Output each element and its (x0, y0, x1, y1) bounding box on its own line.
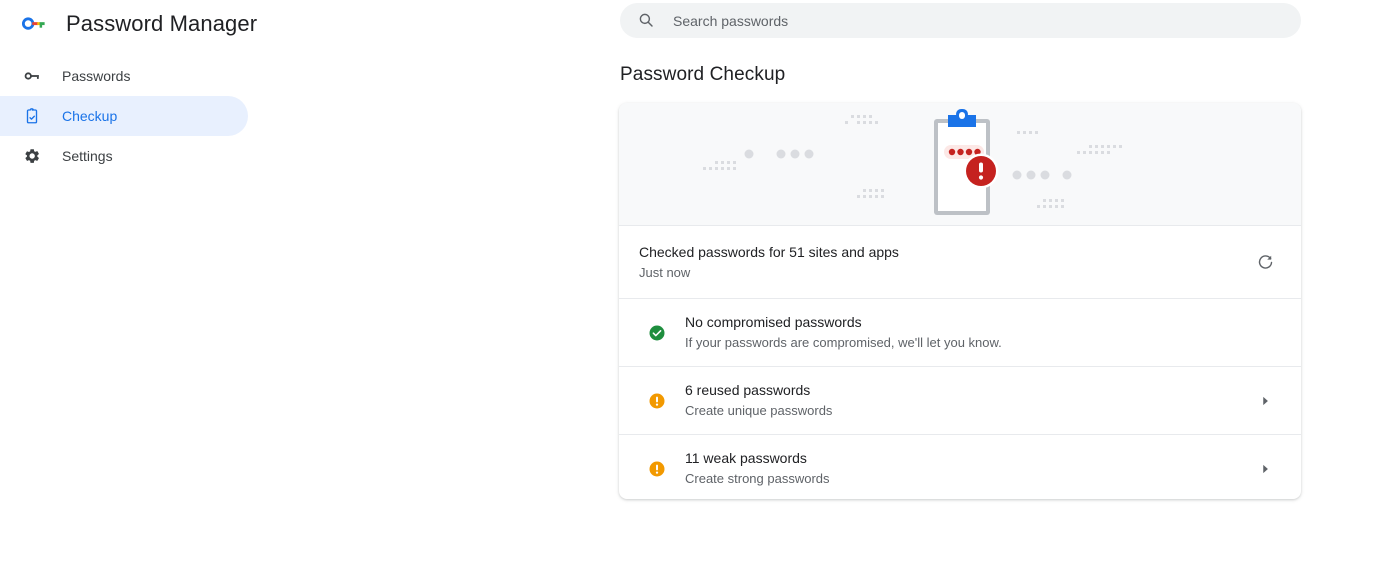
search-bar[interactable] (620, 3, 1301, 38)
check-circle-icon (647, 323, 667, 343)
password-manager-page: Password Manager Passwords Checkup Setti… (0, 0, 1384, 573)
result-title: No compromised passwords (685, 314, 862, 330)
sidebar-item-settings[interactable]: Settings (0, 136, 248, 176)
result-subtitle: Create unique passwords (685, 403, 833, 418)
search-icon (637, 11, 657, 31)
sidebar-item-label: Settings (62, 148, 113, 164)
result-subtitle: Create strong passwords (685, 471, 830, 486)
gear-icon (20, 144, 44, 168)
refresh-icon[interactable] (1253, 250, 1277, 274)
chevron-right-icon[interactable] (1255, 459, 1275, 479)
sidebar-item-checkup[interactable]: Checkup (0, 96, 248, 136)
result-texts: 6 reused passwords Create unique passwor… (685, 380, 1255, 421)
result-row-reused[interactable]: 6 reused passwords Create unique passwor… (619, 366, 1301, 434)
sidebar-item-label: Passwords (62, 68, 131, 84)
sidebar-item-passwords[interactable]: Passwords (0, 56, 248, 96)
main-content: Password Checkup (300, 0, 1384, 573)
password-checkup-card: Checked passwords for 51 sites and apps … (619, 103, 1301, 499)
result-title: 11 weak passwords (685, 450, 807, 466)
result-subtitle: If your passwords are compromised, we'll… (685, 335, 1002, 350)
page-heading: Password Checkup (620, 64, 786, 85)
checkup-status-title: Checked passwords for 51 sites and apps (639, 243, 899, 260)
sidebar: Password Manager Passwords Checkup Setti… (0, 0, 300, 573)
checkup-status-texts: Checked passwords for 51 sites and apps … (639, 242, 1253, 283)
page-title: Password Manager (66, 11, 258, 36)
search-input[interactable] (671, 11, 1285, 30)
result-row-compromised: No compromised passwords If your passwor… (619, 298, 1301, 366)
chevron-right-icon[interactable] (1255, 391, 1275, 411)
key-icon (16, 11, 52, 37)
warning-circle-icon (647, 391, 667, 411)
sidebar-item-label: Checkup (62, 108, 118, 124)
result-row-weak[interactable]: 11 weak passwords Create strong password… (619, 434, 1301, 499)
result-title: 6 reused passwords (685, 382, 811, 398)
checkup-status-subtitle: Just now (639, 264, 691, 280)
key-icon (20, 64, 44, 88)
checkup-status-row: Checked passwords for 51 sites and apps … (619, 225, 1301, 298)
result-texts: No compromised passwords If your passwor… (685, 312, 1277, 353)
warning-circle-icon (647, 459, 667, 479)
clipboard-check-icon (20, 104, 44, 128)
app-brand: Password Manager (0, 0, 300, 48)
sidebar-nav: Passwords Checkup Settings (0, 56, 300, 176)
clipboard-password-alert-illustration (619, 103, 1301, 225)
result-texts: 11 weak passwords Create strong password… (685, 448, 1255, 489)
